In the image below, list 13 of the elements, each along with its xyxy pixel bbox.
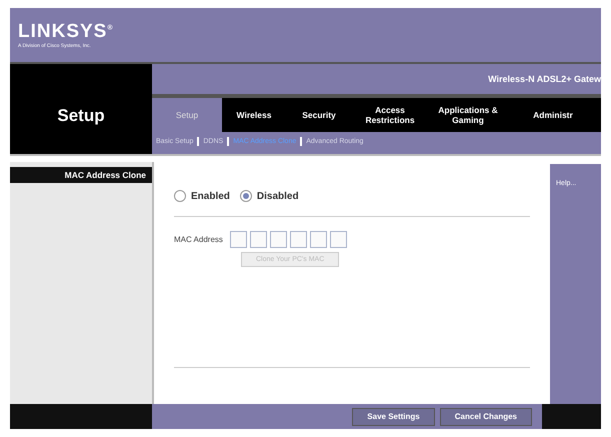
logo-text: LINKSYS$^{®}$ (18, 22, 115, 40)
sidebar-heading: MAC Address Clone (10, 167, 152, 183)
cancel-changes-button[interactable]: Cancel Changes (440, 408, 532, 426)
radio-button[interactable] (174, 190, 186, 202)
section-title: Setup (57, 106, 105, 126)
field-label: MAC Address (174, 235, 223, 244)
radio-label: Enabled (191, 190, 230, 202)
footer-right-block (542, 404, 601, 429)
nav-tab[interactable]: Setup (152, 98, 222, 132)
save-settings-button[interactable]: Save Settings (352, 408, 435, 426)
radio-label: Disabled (256, 190, 299, 202)
product-name: Wireless-N ADSL2+ Gatew (488, 74, 601, 84)
radio-button[interactable] (240, 190, 252, 202)
